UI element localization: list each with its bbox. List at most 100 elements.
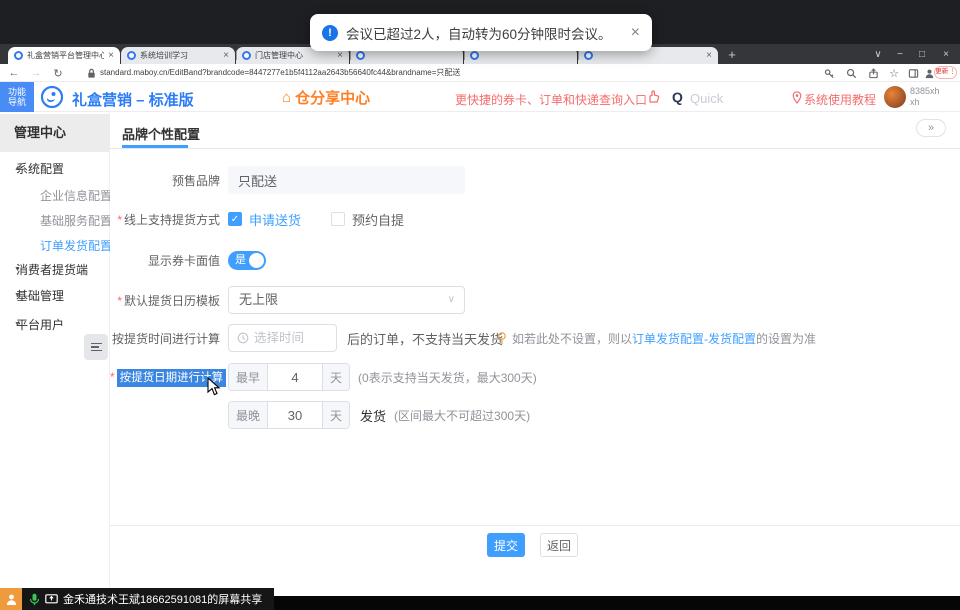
- tab-close-icon[interactable]: ×: [108, 51, 114, 61]
- tab-close-icon[interactable]: ×: [337, 51, 343, 61]
- screen-share-bar: 金禾通技术王斌18662591081的屏幕共享: [0, 588, 274, 610]
- required-asterisk: *: [110, 370, 115, 384]
- tab-brand-config[interactable]: 品牌个性配置: [122, 124, 200, 143]
- latest-days-input[interactable]: [268, 402, 322, 428]
- panel-collapse-button[interactable]: »: [916, 119, 946, 137]
- back-button[interactable]: 返回: [540, 533, 578, 557]
- toggle-knob: [249, 253, 264, 268]
- share-icon[interactable]: [868, 68, 879, 79]
- sidebar-item-order-shipping[interactable]: 订单发货配置: [40, 237, 112, 254]
- function-nav-button[interactable]: 功能 导航: [0, 82, 34, 112]
- favicon-icon: [242, 51, 251, 60]
- address-bar: ← → ↻ standard.maboy.cn/EditBand?brandco…: [0, 64, 960, 82]
- home-icon: ⌂: [282, 89, 291, 106]
- brand-logo-icon: [40, 85, 64, 109]
- day-unit-addon: 天: [322, 364, 349, 390]
- back-icon[interactable]: ←: [6, 64, 22, 82]
- window-close-icon[interactable]: ×: [936, 44, 956, 64]
- self-pickup-label[interactable]: 预约自提: [352, 210, 404, 229]
- screen-share-icon: [45, 594, 58, 605]
- favicon-icon: [356, 51, 365, 60]
- user-avatar[interactable]: [884, 86, 906, 108]
- hamburger-icon: [91, 341, 102, 354]
- tab-bottom-border: [110, 148, 960, 149]
- participant-icon[interactable]: [0, 588, 22, 610]
- tip-pin-icon: [497, 332, 507, 345]
- form-row-calendar: *默认提货日历模板 无上限 ∨: [110, 286, 465, 314]
- sidebar-collapse-button[interactable]: [84, 334, 108, 360]
- window-minimize-icon[interactable]: −: [890, 44, 910, 64]
- tip-suffix: 的设置为准: [756, 332, 816, 346]
- sidebar-item-basic-service[interactable]: 基础服务配置: [40, 212, 112, 229]
- tab-close-icon[interactable]: ×: [223, 51, 229, 61]
- screen-share-pill: 金禾通技术王斌18662591081的屏幕共享: [22, 588, 274, 610]
- form-row-time: 按提货时间进行计算 后的订单，不支持当天发货: [110, 324, 503, 352]
- key-icon[interactable]: [824, 68, 835, 79]
- toast-message: 会议已超过2人，自动转为60分钟限时会议。: [346, 23, 612, 43]
- time-suffix-text: 后的订单，不支持当天发货: [347, 329, 503, 348]
- share-center-link[interactable]: ⌂ 仓分享中心: [282, 87, 370, 108]
- earliest-input-group: 最早 天: [228, 363, 350, 391]
- chevron-down-icon: ∨: [448, 287, 455, 313]
- tip-link[interactable]: 订单发货配置-发货配置: [632, 332, 756, 346]
- form-row-date-latest: 最晚 天 发货 (区间最大不可超过300天): [110, 401, 530, 429]
- sidebar-group-platform-users[interactable]: ▼ 平台用户: [0, 314, 110, 334]
- window-maximize-icon[interactable]: □: [912, 44, 932, 64]
- app-header: 功能 导航 礼盒营销 – 标准版 ⌂ 仓分享中心 更快捷的券卡、订单和快递查询入…: [0, 82, 960, 112]
- group-label: 基础管理: [16, 287, 64, 304]
- toast-close-icon[interactable]: ×: [631, 25, 640, 41]
- quick-search-icon[interactable]: Q: [672, 89, 683, 105]
- browser-tab-1[interactable]: 礼盒营销平台管理中心 ×: [8, 47, 120, 64]
- checkbox-self-pickup[interactable]: [331, 212, 345, 226]
- sidebar-title: 管理中心: [0, 114, 110, 152]
- location-pin-icon: [792, 91, 802, 104]
- mouse-cursor: [207, 377, 221, 397]
- zoom-icon[interactable]: [846, 68, 857, 79]
- sidebar-group-system-config[interactable]: ▲ 系统配置: [0, 158, 110, 178]
- tip-prefix: 如若此处不设置，则以: [512, 332, 632, 346]
- facevalue-label: 显示券卡面值: [110, 252, 224, 269]
- latest-addon: 最晚: [229, 402, 268, 428]
- window-menu-icon[interactable]: ∨: [868, 44, 888, 64]
- triangle-down-icon: ▼: [0, 266, 16, 273]
- time-input[interactable]: [254, 331, 324, 345]
- reload-icon[interactable]: ↻: [50, 64, 66, 82]
- side-panel-icon[interactable]: [908, 68, 919, 79]
- group-label: 消费者提货端: [16, 261, 88, 278]
- favicon-icon: [14, 51, 23, 60]
- hand-pointer-icon: [646, 90, 660, 104]
- url-text[interactable]: standard.maboy.cn/EditBand?brandcode=844…: [100, 64, 460, 82]
- triangle-up-icon: ▲: [0, 165, 16, 172]
- tab-close-icon[interactable]: ×: [706, 51, 712, 61]
- new-tab-button[interactable]: +: [724, 46, 740, 62]
- time-picker[interactable]: [228, 324, 337, 352]
- browser-update-button[interactable]: 更新 ⋮: [934, 66, 957, 79]
- sidebar: 管理中心 ▲ 系统配置 企业信息配置 基础服务配置 订单发货配置 ▼ 消费者提货…: [0, 112, 110, 596]
- submit-button[interactable]: 提交: [487, 533, 525, 557]
- checkbox-apply-delivery[interactable]: ✓: [228, 212, 242, 226]
- quick-search-label[interactable]: Quick: [690, 91, 723, 106]
- favicon-icon: [584, 51, 593, 60]
- lock-icon: [86, 68, 97, 79]
- nav-label-line1: 功能: [8, 87, 26, 97]
- calendar-value: 无上限: [239, 292, 278, 307]
- forward-icon[interactable]: →: [28, 64, 44, 82]
- sidebar-item-enterprise-info[interactable]: 企业信息配置: [40, 187, 112, 204]
- earliest-days-input[interactable]: [268, 364, 322, 390]
- presale-input[interactable]: [228, 166, 465, 194]
- sidebar-group-consumer[interactable]: ▼ 消费者提货端: [0, 259, 110, 279]
- tip-note: 如若此处不设置，则以订单发货配置-发货配置的设置为准: [497, 330, 816, 347]
- user-id: 8385xh: [910, 86, 940, 96]
- apply-delivery-label[interactable]: 申请送货: [249, 210, 301, 229]
- tutorial-link[interactable]: 系统使用教程: [804, 91, 876, 108]
- facevalue-toggle[interactable]: 是: [228, 251, 266, 270]
- triangle-down-icon: ▼: [0, 321, 16, 328]
- browser-tab-2[interactable]: 系统培训学习 ×: [121, 47, 235, 64]
- group-label: 系统配置: [16, 160, 64, 177]
- desktop: 礼盒营销平台管理中心 × 系统培训学习 × 门店管理中心 ×: [0, 0, 960, 610]
- sidebar-group-basic-mgmt[interactable]: ▼ 基础管理: [0, 285, 110, 305]
- toggle-on-label: 是: [235, 254, 246, 267]
- calendar-select[interactable]: 无上限 ∨: [228, 286, 465, 314]
- bookmark-star-icon[interactable]: ☆: [886, 64, 902, 82]
- user-name: xh: [910, 97, 920, 107]
